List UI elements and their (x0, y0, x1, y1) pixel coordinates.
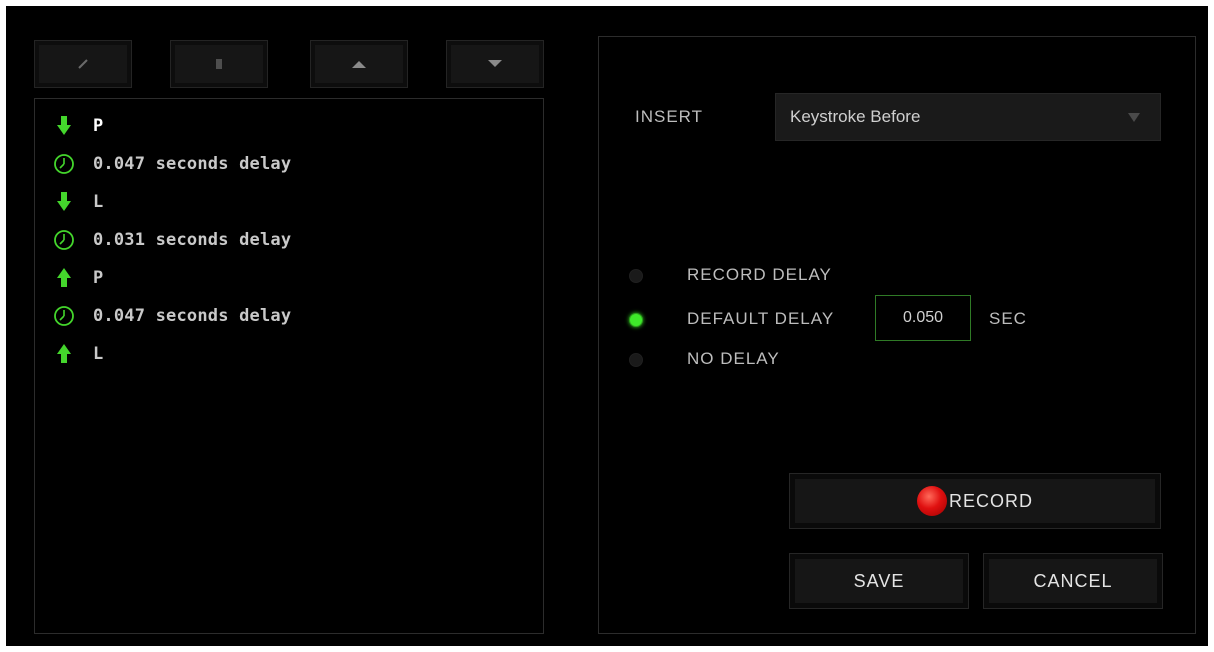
chevron-down-icon (1128, 113, 1140, 122)
record-button-label: RECORD (948, 490, 1033, 511)
macro-list-item[interactable]: P (47, 109, 521, 145)
record-button[interactable]: RECORD (789, 473, 1161, 529)
trash-icon (216, 59, 222, 69)
insert-selected-value: Keystroke Before (790, 107, 921, 126)
arrow-up-icon (47, 261, 81, 295)
save-button[interactable]: SAVE (789, 553, 969, 609)
delete-button[interactable] (170, 40, 268, 88)
move-down-icon (488, 60, 502, 67)
no-delay-radio[interactable] (629, 353, 643, 367)
record-icon (916, 486, 947, 516)
delay-unit-label: SEC (989, 309, 1027, 328)
options-panel: INSERT Keystroke Before RECORD DELAY DEF… (598, 36, 1196, 634)
macro-item-label: P (93, 116, 104, 136)
cancel-button[interactable]: CANCEL (983, 553, 1163, 609)
clock-icon (47, 147, 81, 181)
move-up-button[interactable] (310, 40, 408, 88)
record-delay-label[interactable]: RECORD DELAY (687, 265, 832, 285)
default-delay-radio[interactable] (629, 313, 643, 327)
arrow-down-icon (47, 185, 81, 219)
insert-dropdown[interactable]: Keystroke Before (775, 93, 1161, 141)
clock-icon (47, 299, 81, 333)
save-button-label: SAVE (853, 570, 905, 591)
macro-item-label: L (93, 192, 104, 212)
record-delay-radio[interactable] (629, 269, 643, 283)
macro-item-label: 0.031 seconds delay (93, 230, 292, 250)
macro-item-label: P (93, 268, 104, 288)
macro-item-label: 0.047 seconds delay (93, 306, 292, 326)
no-delay-label[interactable]: NO DELAY (687, 349, 780, 369)
default-delay-input[interactable]: 0.050 (875, 295, 971, 341)
move-up-icon (352, 61, 366, 68)
default-delay-label[interactable]: DEFAULT DELAY (687, 309, 834, 329)
macro-list-item[interactable]: P (47, 261, 521, 295)
macro-list-item[interactable]: L (47, 337, 521, 371)
macro-list-item[interactable]: 0.047 seconds delay (47, 147, 521, 181)
arrow-down-icon (47, 109, 81, 143)
selection-highlight (95, 109, 521, 145)
pencil-icon (78, 59, 88, 69)
macro-list[interactable]: P 0.047 seconds delay L 0.031 seconds delay… (34, 98, 544, 634)
macro-list-item[interactable]: 0.031 seconds delay (47, 223, 521, 257)
macro-list-item[interactable]: L (47, 185, 521, 219)
move-down-button[interactable] (446, 40, 544, 88)
macro-item-label: L (93, 344, 104, 364)
macro-list-item[interactable]: 0.047 seconds delay (47, 299, 521, 333)
insert-label: INSERT (635, 107, 704, 126)
cancel-button-label: CANCEL (1033, 570, 1113, 591)
macro-item-label: 0.047 seconds delay (93, 154, 292, 174)
clock-icon (47, 223, 81, 257)
edit-button[interactable] (34, 40, 132, 88)
arrow-up-icon (47, 337, 81, 371)
macro-editor: P 0.047 seconds delay L 0.031 seconds delay… (6, 6, 1208, 646)
